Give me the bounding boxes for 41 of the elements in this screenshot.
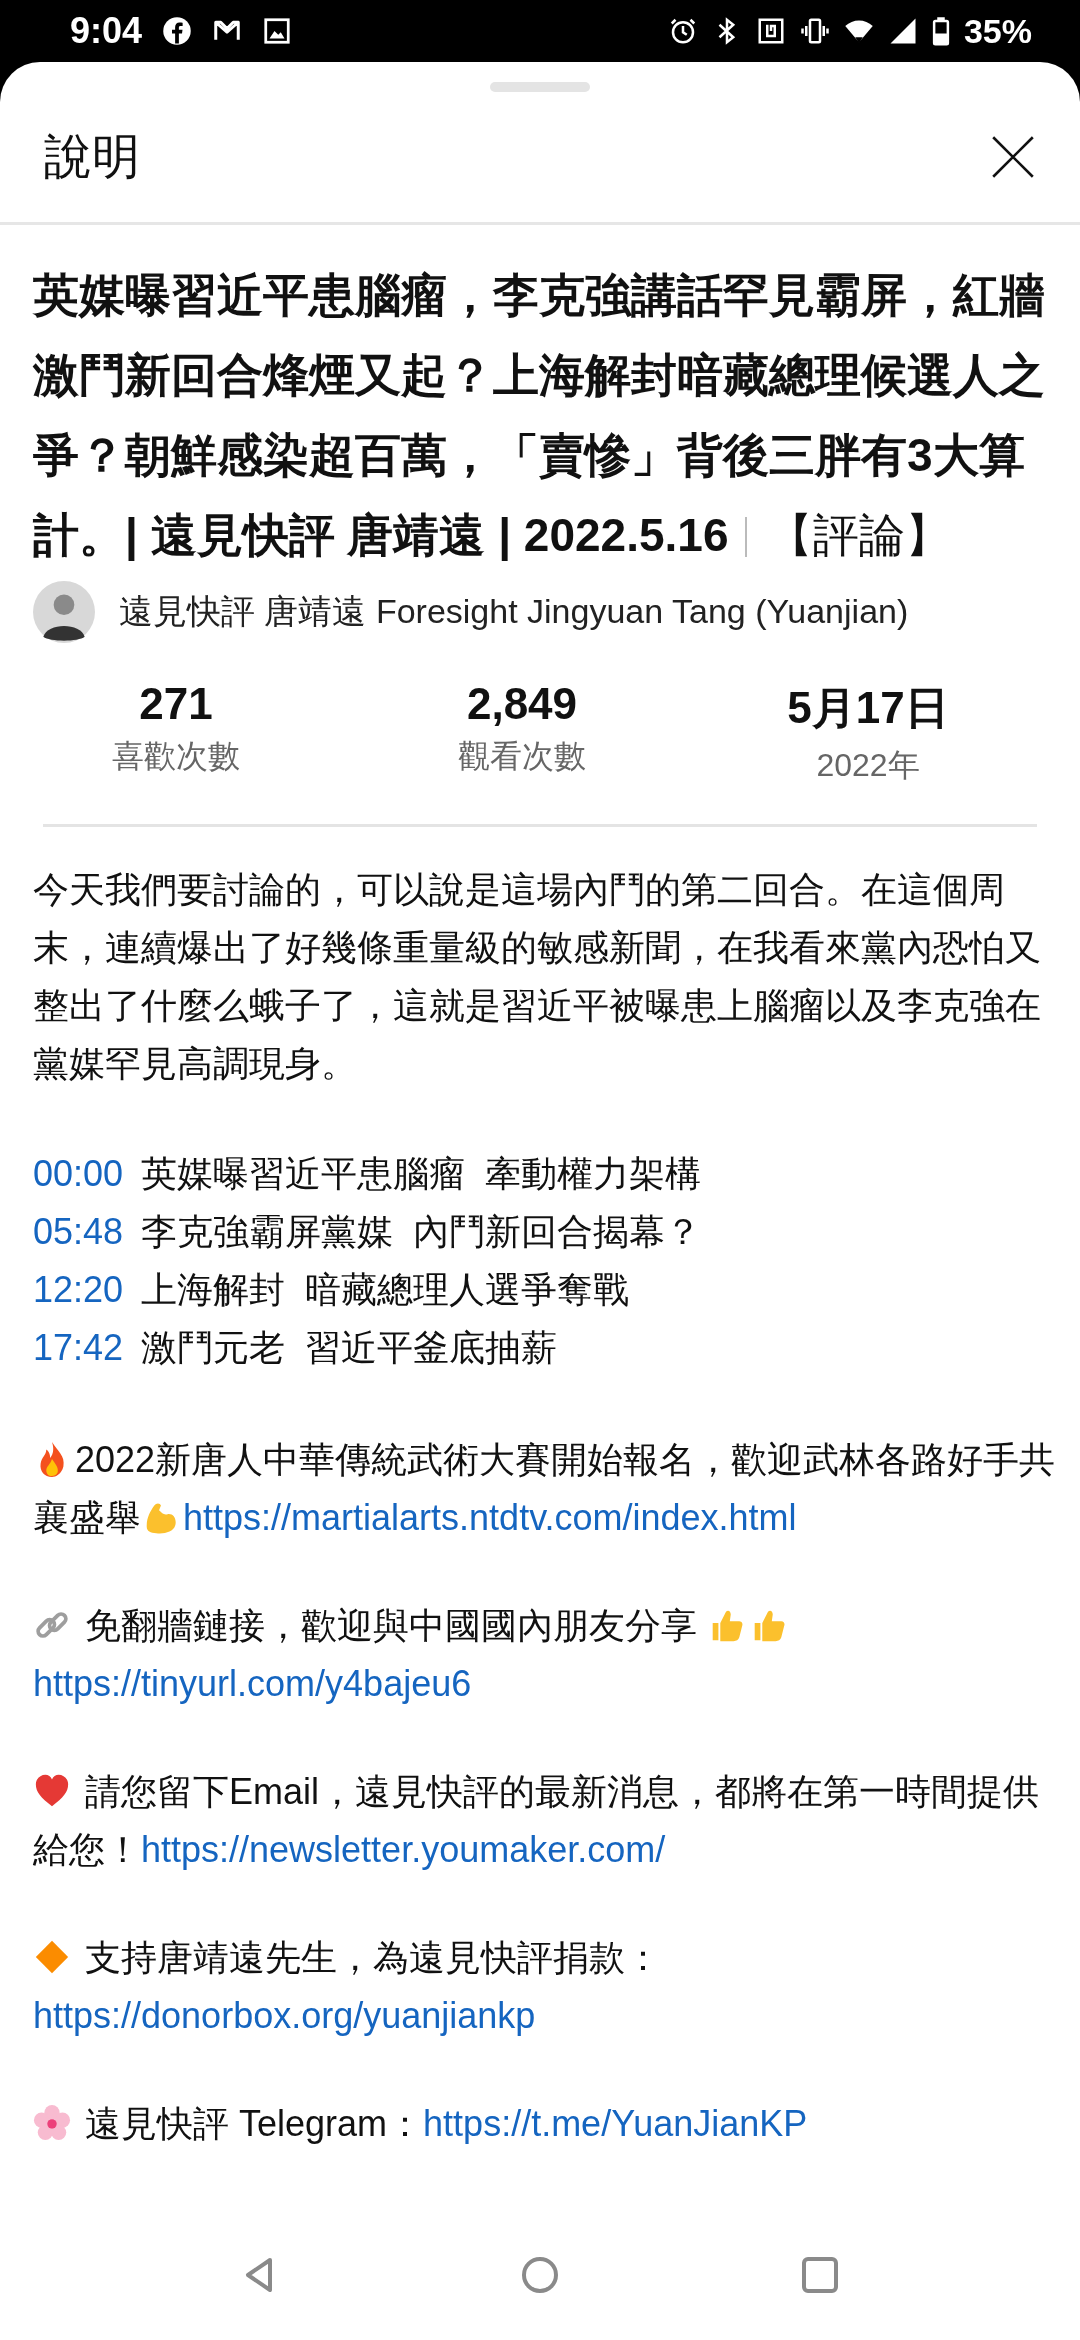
- blossom-icon: [33, 2104, 71, 2142]
- close-icon: [991, 135, 1035, 179]
- facebook-icon: [162, 16, 193, 46]
- description-paragraph: 請您留下Email，遠見快評的最新消息，都將在第一時間提供給您！https://newsletter.youmaker.com/: [33, 1770, 1041, 1872]
- timestamp-link[interactable]: 00:00: [33, 1145, 124, 1203]
- url-link[interactable]: https://martialarts.ntdtv.com/index.html: [183, 1497, 797, 1538]
- timestamp-link[interactable]: 17:42: [33, 1319, 124, 1377]
- home-icon[interactable]: [520, 2255, 560, 2295]
- description-paragraph: 支持唐靖遠先生，為遠見快評捐款： https://donorbox.org/yuanjiankp: [33, 1936, 662, 2038]
- image-icon: [262, 16, 293, 46]
- description-paragraph: 2022新唐人中華傳統武術大賽開始報名，歡迎武林各路好手共襄盛舉 https://martialarts.ntdtv.com/index.html: [33, 1438, 1057, 1540]
- chapter-title: 英媒曝習近平患腦瘤 牽動權力架構: [141, 1152, 702, 1196]
- chapter-title: 上海解封 暗藏總理人選爭奪戰: [141, 1268, 630, 1312]
- description-paragraph: 免翻牆鏈接，歡迎與中國國內朋友分享 https://tinyurl.com/y4bajeu6: [33, 1597, 1059, 1713]
- vibrate-icon: [799, 16, 830, 46]
- battery-icon: [931, 16, 950, 46]
- url-link[interactable]: https://donorbox.org/yuanjiankp: [33, 1995, 536, 2036]
- drag-handle[interactable]: [490, 82, 590, 92]
- sheet-title: 說明: [44, 129, 140, 185]
- chapter-title: 李克強霸屏黨媒 內鬥新回合揭幕？: [141, 1210, 702, 1254]
- recent-apps-icon[interactable]: [800, 2255, 840, 2295]
- url-link[interactable]: https://newsletter.youmaker.com/: [141, 1829, 666, 1870]
- chapter-title: 激鬥元老 習近平釜底抽薪: [141, 1326, 558, 1370]
- stat-value: 2,849: [466, 679, 578, 729]
- stat-value: 5月17日: [787, 682, 949, 734]
- url-link[interactable]: https://t.me/YuanJianKP: [423, 2103, 808, 2144]
- stat-label: 觀看次數: [458, 737, 586, 776]
- video-title: 英媒曝習近平患腦瘤，李克強講話罕見霸屏，紅牆激鬥新回合烽煙又起？上海解封暗藏總理候選人之爭？朝鮮感染超百萬，「賣慘」背後三胖有3大算計。| 遠見快評 唐靖遠 | 2022.5.16 【評論】: [33, 268, 1046, 563]
- description-paragraph: 今天我們要討論的，可以說是這場內鬥的第二回合。在這個周末，連續爆出了好幾條重量級的敏感新聞，在我看來黨內恐怕又整出了什麼么蛾子了，這就是習近平被曝患上腦瘤以及李克強在黨媒罕見高調現身。: [33, 868, 1042, 1086]
- url-link[interactable]: https://tinyurl.com/y4bajeu6: [33, 1663, 472, 1704]
- stat-label: 2022年: [816, 746, 920, 785]
- timestamp-link[interactable]: 05:48: [33, 1203, 124, 1261]
- channel-avatar[interactable]: [33, 581, 95, 643]
- stat-label: 喜歡次數: [112, 737, 240, 776]
- channel-name[interactable]: 遠見快評 唐靖遠 Foresight Jingyuan Tang (Yuanjian): [119, 589, 909, 635]
- description-paragraph: 遠見快評 Telegram：https://t.me/YuanJianKP: [33, 2095, 1059, 2153]
- battery-percentage: 35%: [963, 11, 1032, 51]
- stat-value: 271: [139, 679, 213, 729]
- diamond-icon: [33, 1938, 71, 1976]
- clock: 9:04: [70, 10, 143, 52]
- timestamp-link[interactable]: 12:20: [33, 1261, 124, 1319]
